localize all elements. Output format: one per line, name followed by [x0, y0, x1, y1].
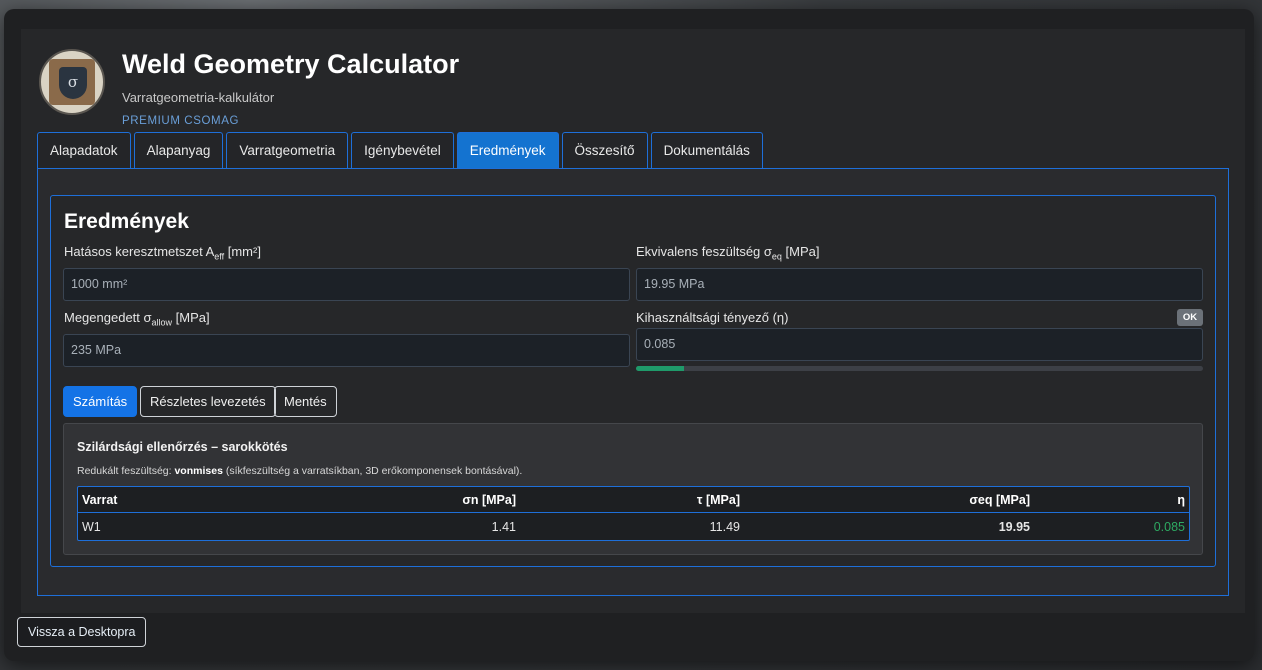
shield-icon: σ	[59, 67, 87, 99]
tab-bar: Alapadatok Alapanyag Varratgeometria Igé…	[37, 132, 763, 168]
cell-eta: 0.085	[1153, 520, 1185, 534]
save-button[interactable]: Mentés	[274, 386, 337, 417]
table-header: Varrat σn [MPa] τ [MPa] σeq [MPa] η	[78, 487, 1189, 513]
tab-dokumentalas[interactable]: Dokumentálás	[650, 132, 763, 168]
cell-sigma-n: 1.41	[491, 520, 516, 534]
app-window: σ Weld Geometry Calculator Varratgeometr…	[4, 9, 1254, 661]
sigma-eq-label: Ekvivalens feszültség σeq [MPa]	[636, 244, 820, 262]
strength-check-title: Szilárdsági ellenőrzés – sarokkötés	[77, 440, 288, 454]
app-panel: σ Weld Geometry Calculator Varratgeometr…	[21, 29, 1245, 613]
edition-label: PREMIUM CSOMAG	[122, 115, 240, 127]
eta-field[interactable]: 0.085	[636, 328, 1203, 361]
tab-osszesito[interactable]: Összesítő	[561, 132, 648, 168]
col-header-varrat: Varrat	[82, 493, 118, 507]
cell-sigma-eq: 19.95	[998, 520, 1030, 534]
detailed-derivation-button[interactable]: Részletes levezetés	[140, 386, 276, 417]
strength-check-description: Redukált feszültség: vonmises (síkfeszül…	[77, 465, 523, 477]
col-header-tau: τ [MPa]	[696, 493, 740, 507]
tab-content: Eredmények Hatásos keresztmetszet Aeff […	[37, 168, 1229, 596]
col-header-eta: η	[1177, 493, 1185, 507]
aeff-field[interactable]: 1000 mm²	[63, 268, 630, 301]
app-title: Weld Geometry Calculator	[122, 49, 460, 79]
tab-igenybevetel[interactable]: Igénybevétel	[351, 132, 454, 168]
results-table: Varrat σn [MPa] τ [MPa] σeq [MPa] η W1 1…	[77, 486, 1190, 541]
status-badge: OK	[1177, 309, 1203, 326]
app-logo: σ	[39, 49, 105, 115]
tab-varratgeometria[interactable]: Varratgeometria	[226, 132, 349, 168]
utilization-progress	[636, 366, 1203, 371]
tab-eredmenyek[interactable]: Eredmények	[456, 132, 559, 168]
sigma-allow-field[interactable]: 235 MPa	[63, 334, 630, 367]
utilization-progress-fill	[636, 366, 685, 371]
back-to-desktop-button[interactable]: Vissza a Desktopra	[17, 617, 147, 647]
app-subtitle: Varratgeometria-kalkulátor	[122, 90, 275, 105]
table-row: W1 1.41 11.49 19.95 0.085	[78, 514, 1189, 540]
cell-varrat: W1	[82, 520, 101, 534]
sigma-allow-label: Megengedett σallow [MPa]	[64, 310, 210, 328]
col-header-sigma-eq: σeq [MPa]	[969, 493, 1030, 507]
results-card: Eredmények Hatásos keresztmetszet Aeff […	[50, 195, 1216, 567]
tab-alapadatok[interactable]: Alapadatok	[37, 132, 131, 168]
eta-label: Kihasználtsági tényező (η)	[636, 310, 789, 325]
sigma-eq-field[interactable]: 19.95 MPa	[636, 268, 1203, 301]
cell-tau: 11.49	[709, 520, 740, 534]
col-header-sigma-n: σn [MPa]	[462, 493, 516, 507]
tab-alapanyag[interactable]: Alapanyag	[133, 132, 224, 168]
calculate-button[interactable]: Számítás	[63, 386, 138, 417]
strength-check-panel: Szilárdsági ellenőrzés – sarokkötés Redu…	[63, 423, 1203, 555]
card-title: Eredmények	[64, 210, 189, 233]
aeff-label: Hatásos keresztmetszet Aeff [mm²]	[64, 244, 261, 262]
